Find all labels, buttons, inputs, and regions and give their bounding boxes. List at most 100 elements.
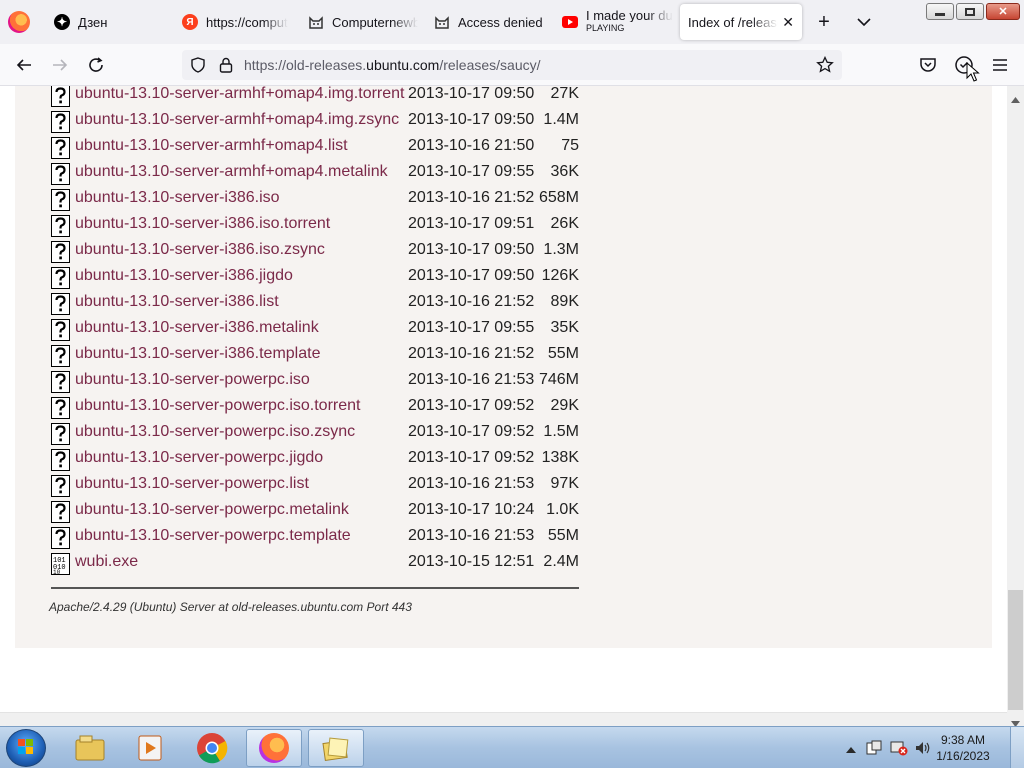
taskbar-clock[interactable]: 9:38 AM 1/16/2023 — [933, 732, 993, 764]
show-desktop-button[interactable] — [1010, 727, 1024, 768]
lock-icon[interactable] — [218, 56, 234, 79]
file-size: 36K — [550, 163, 579, 180]
playing-badge: PLAYING — [586, 23, 625, 33]
file-link[interactable]: ubuntu-13.10-server-powerpc.iso.torrent — [75, 397, 360, 415]
file-size: 89K — [550, 293, 579, 310]
file-link[interactable]: ubuntu-13.10-server-armhf+omap4.list — [75, 137, 348, 155]
file-date: 2013-10-17 09:55 — [408, 319, 535, 336]
tracking-protection-shield-icon[interactable] — [190, 57, 206, 78]
bookmark-star-icon[interactable] — [816, 55, 834, 79]
unknown-file-icon — [51, 501, 70, 523]
table-row: ubuntu-13.10-server-i386.template 2013-10… — [51, 343, 611, 369]
file-link[interactable]: ubuntu-13.10-server-powerpc.metalink — [75, 501, 349, 519]
file-size: 75 — [561, 137, 579, 154]
unknown-file-icon — [51, 86, 70, 107]
unknown-file-icon — [51, 527, 70, 549]
table-row: ubuntu-13.10-server-powerpc.list 2013-10-… — [51, 473, 611, 499]
forward-button[interactable] — [48, 53, 72, 77]
system-tray: 9:38 AM 1/16/2023 — [840, 727, 1024, 768]
table-row: ubuntu-13.10-server-powerpc.jigdo 2013-10… — [51, 447, 611, 473]
file-link[interactable]: wubi.exe — [75, 553, 138, 571]
scroll-up-arrow-icon[interactable] — [1011, 90, 1020, 108]
media-player-icon — [138, 735, 162, 761]
file-link[interactable]: ubuntu-13.10-server-i386.iso — [75, 189, 280, 207]
file-link[interactable]: ubuntu-13.10-server-powerpc.iso.zsync — [75, 423, 355, 441]
file-date: 2013-10-16 21:52 — [408, 293, 535, 310]
pocket-icon[interactable] — [916, 53, 940, 77]
taskbar-chrome[interactable] — [184, 729, 240, 767]
table-row: ubuntu-13.10-server-i386.jigdo 2013-10-17… — [51, 265, 611, 291]
taskbar-file-explorer[interactable] — [62, 729, 118, 767]
new-tab-button[interactable]: + — [812, 12, 836, 36]
file-link[interactable]: ubuntu-13.10-server-i386.metalink — [75, 319, 319, 337]
unknown-file-icon — [51, 189, 70, 211]
file-date: 2013-10-17 09:55 — [408, 163, 535, 180]
file-size: 27K — [550, 86, 579, 102]
minimize-button[interactable] — [926, 3, 954, 20]
folder-notes-icon — [322, 737, 349, 762]
table-row: ubuntu-13.10-server-i386.iso 2013-10-16 2… — [51, 187, 611, 213]
file-link[interactable]: ubuntu-13.10-server-powerpc.iso — [75, 371, 310, 389]
network-disconnected-icon[interactable] — [890, 740, 908, 761]
file-link[interactable]: ubuntu-13.10-server-armhf+omap4.img.torr… — [75, 86, 405, 103]
taskbar-folder-notes[interactable] — [308, 729, 364, 767]
reload-button[interactable] — [84, 53, 108, 77]
list-all-tabs-chevron-icon[interactable] — [854, 12, 874, 32]
unknown-file-icon — [51, 215, 70, 237]
file-size: 55M — [547, 527, 579, 544]
close-window-button[interactable]: ✕ — [986, 3, 1020, 20]
file-link[interactable]: ubuntu-13.10-server-armhf+omap4.img.zsyn… — [75, 111, 399, 129]
file-date: 2013-10-16 21:52 — [408, 345, 535, 362]
file-date: 2013-10-17 09:50 — [408, 241, 535, 258]
file-link[interactable]: ubuntu-13.10-server-armhf+omap4.metalink — [75, 163, 388, 181]
back-button[interactable] — [12, 53, 36, 77]
taskbar-firefox[interactable] — [246, 729, 302, 767]
file-date: 2013-10-16 21:53 — [408, 475, 535, 492]
close-tab-icon[interactable]: ✕ — [778, 14, 794, 31]
file-date: 2013-10-17 09:52 — [408, 397, 535, 414]
tab-index-of-releases[interactable]: Index of /release ✕ — [680, 4, 802, 40]
volume-icon[interactable] — [914, 740, 932, 761]
horizontal-scrollbar[interactable] — [0, 712, 1007, 726]
file-size: 1.5M — [543, 423, 579, 440]
firefox-icon — [259, 733, 289, 763]
tab-yandex[interactable]: Я https://comput — [176, 4, 288, 40]
file-date: 2013-10-16 21:53 — [408, 371, 535, 388]
table-row: ubuntu-13.10-server-armhf+omap4.img.torr… — [51, 86, 611, 109]
file-size: 2.4M — [543, 553, 579, 570]
file-date: 2013-10-17 09:52 — [408, 449, 535, 466]
url-text[interactable]: https://old-releases.ubuntu.com/releases… — [244, 57, 541, 73]
show-hidden-icons-arrow-icon[interactable] — [846, 741, 856, 759]
firefox-menu-icon[interactable] — [8, 11, 30, 33]
navigation-toolbar: https://old-releases.ubuntu.com/releases… — [0, 44, 1024, 86]
file-link[interactable]: ubuntu-13.10-server-i386.iso.zsync — [75, 241, 325, 259]
tab-access-denied[interactable]: Access denied — [428, 4, 546, 40]
file-link[interactable]: ubuntu-13.10-server-i386.jigdo — [75, 267, 293, 285]
file-link[interactable]: ubuntu-13.10-server-i386.iso.torrent — [75, 215, 330, 233]
vertical-scrollbar[interactable] — [1007, 86, 1024, 727]
vertical-scroll-thumb[interactable] — [1008, 590, 1023, 710]
tab-strip: ✦ Дзен Я https://comput Computernewb Acc… — [0, 0, 1024, 44]
tab-computernewb[interactable]: Computernewb — [302, 4, 418, 40]
hamburger-menu-icon[interactable] — [988, 53, 1012, 77]
tab-youtube[interactable]: I made your du PLAYING — [556, 4, 672, 40]
restore-button[interactable] — [956, 3, 984, 20]
action-center-flag-icon[interactable] — [866, 740, 882, 761]
url-bar[interactable]: https://old-releases.ubuntu.com/releases… — [182, 50, 842, 80]
file-size: 26K — [550, 215, 579, 232]
unknown-file-icon — [51, 345, 70, 367]
file-link[interactable]: ubuntu-13.10-server-powerpc.template — [75, 527, 351, 545]
table-row: ubuntu-13.10-server-i386.metalink 2013-10… — [51, 317, 611, 343]
file-link[interactable]: ubuntu-13.10-server-powerpc.jigdo — [75, 449, 323, 467]
start-button[interactable] — [6, 729, 46, 767]
file-link[interactable]: ubuntu-13.10-server-i386.template — [75, 345, 320, 363]
chrome-icon — [197, 733, 228, 764]
taskbar-media-player[interactable] — [122, 729, 178, 767]
table-row: ubuntu-13.10-server-armhf+omap4.img.zsyn… — [51, 109, 611, 135]
file-link[interactable]: ubuntu-13.10-server-i386.list — [75, 293, 279, 311]
unknown-file-icon — [51, 267, 70, 289]
table-row: ubuntu-13.10-server-i386.iso.torrent 2013… — [51, 213, 611, 239]
file-link[interactable]: ubuntu-13.10-server-powerpc.list — [75, 475, 309, 493]
file-size: 35K — [550, 319, 579, 336]
tab-dzen[interactable]: ✦ Дзен — [48, 4, 166, 40]
